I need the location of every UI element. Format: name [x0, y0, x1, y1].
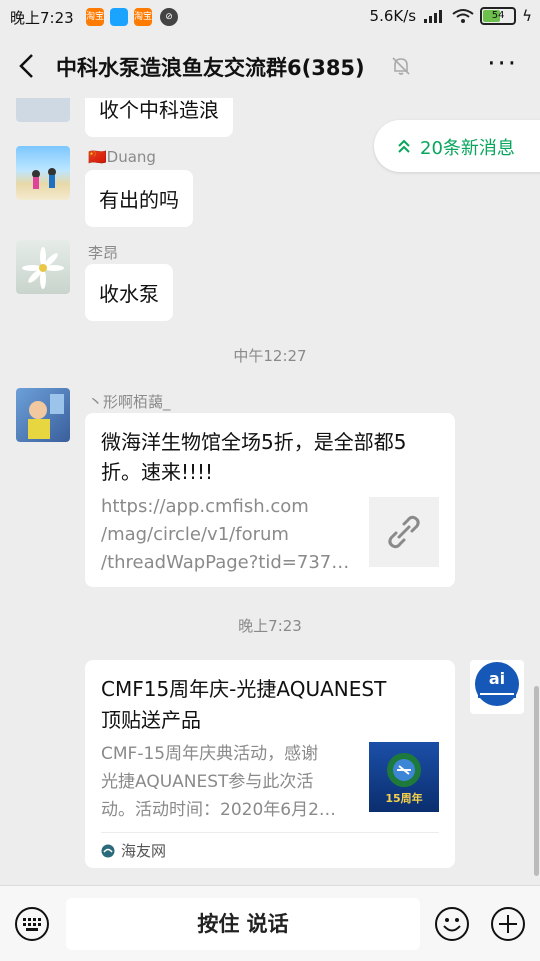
signal-icon — [424, 10, 443, 23]
back-icon[interactable] — [14, 52, 42, 80]
link-icon — [388, 515, 420, 549]
taobao-icon: 淘宝 — [86, 8, 104, 26]
keyboard-icon[interactable] — [14, 906, 50, 942]
avatar[interactable] — [16, 98, 70, 122]
app-blue-icon — [110, 8, 128, 26]
block-icon: ⊘ — [160, 8, 178, 26]
avatar-beach-image — [32, 168, 56, 189]
battery-level: 54 — [491, 10, 505, 21]
more-options-button[interactable]: ··· — [487, 51, 518, 77]
article-title-line: 顶贴送产品 — [101, 708, 201, 732]
sender-name: 李昂 — [88, 244, 119, 262]
plus-icon[interactable] — [490, 906, 526, 942]
article-desc-line: CMF-15周年庆典活动，感谢 — [101, 744, 319, 764]
article-thumbnail: 15周年 — [369, 742, 439, 812]
article-source: 海友网 — [101, 840, 166, 861]
avatar-ai-logo-icon: ai — [475, 662, 519, 706]
double-chevron-up-icon — [398, 139, 410, 153]
source-logo-icon — [101, 844, 115, 857]
avatar-child-image — [28, 394, 64, 439]
link-title: 微海洋生物馆全场5折，是全部都5折。速来!!!! — [101, 430, 407, 484]
battery-icon: 54 — [480, 7, 517, 25]
link-thumbnail — [369, 497, 439, 567]
mute-bell-icon — [392, 57, 410, 75]
wifi-icon — [452, 9, 474, 23]
svg-text:ai: ai — [489, 669, 505, 688]
chat-title: 中科水泵造浪鱼友交流群6(385) — [56, 56, 365, 80]
status-bar: 晚上7:23 淘宝 淘宝 ⊘ 5.6K/s 54 ϟ — [0, 0, 540, 34]
message-text: 收个中科造浪 — [99, 98, 219, 122]
message-bubble[interactable]: 收水泵 — [85, 264, 173, 321]
message-text: 收水泵 — [99, 282, 159, 306]
article-desc-line: 光捷AQUANEST参与此次活 — [101, 772, 314, 792]
input-bar: 按住 说话 — [0, 885, 540, 961]
avatar-flower-image — [22, 247, 64, 289]
timestamp: 晚上7:23 — [238, 617, 302, 635]
timestamp: 中午12:27 — [233, 347, 307, 365]
message-list[interactable]: 收个中科造浪 🇨🇳Duang 有出的吗 李昂 收水泵 中午12:27 丶形啊栢藹… — [0, 98, 540, 885]
avatar[interactable] — [16, 146, 70, 200]
message-text: 有出的吗 — [99, 188, 179, 212]
new-messages-button[interactable]: 20条新消息 — [374, 120, 540, 172]
article-title-line: CMF15周年庆-光捷AQUANEST — [101, 677, 387, 701]
article-source-label: 海友网 — [121, 842, 167, 860]
sender-name: 🇨🇳Duang — [88, 148, 156, 166]
emoji-icon[interactable] — [434, 906, 470, 942]
scrollbar[interactable] — [534, 686, 539, 876]
chat-header: 中科水泵造浪鱼友交流群6(385) ··· — [0, 34, 540, 98]
link-url-line: /mag/circle/v1/forum — [101, 524, 289, 545]
status-time: 晚上7:23 — [10, 9, 74, 27]
network-speed: 5.6K/s — [369, 7, 417, 25]
thumbnail-caption: 15周年 — [385, 792, 423, 805]
card-divider — [101, 832, 439, 833]
link-url-line: https://app.cmfish.com — [101, 496, 309, 517]
sender-name: 丶形啊栢藹_ — [88, 393, 171, 411]
link-card[interactable]: 微海洋生物馆全场5折，是全部都5折。速来!!!! https://app.cmf… — [85, 413, 455, 587]
avatar[interactable] — [16, 240, 70, 294]
link-url-line: /threadWapPage?tid=737… — [101, 552, 350, 573]
article-desc-line: 动。活动时间：2020年6月2… — [101, 800, 336, 820]
article-card[interactable]: CMF15周年庆-光捷AQUANEST 顶贴送产品 CMF-15周年庆典活动，感… — [85, 660, 455, 868]
hold-to-talk-button[interactable]: 按住 说话 — [66, 898, 420, 950]
self-avatar[interactable]: ai — [470, 660, 524, 714]
message-bubble[interactable]: 有出的吗 — [85, 170, 193, 227]
taobao-icon-2: 淘宝 — [134, 8, 152, 26]
message-bubble[interactable]: 收个中科造浪 — [85, 98, 233, 137]
charging-icon: ϟ — [522, 7, 532, 25]
new-messages-label: 20条新消息 — [420, 138, 515, 159]
avatar[interactable] — [16, 388, 70, 442]
